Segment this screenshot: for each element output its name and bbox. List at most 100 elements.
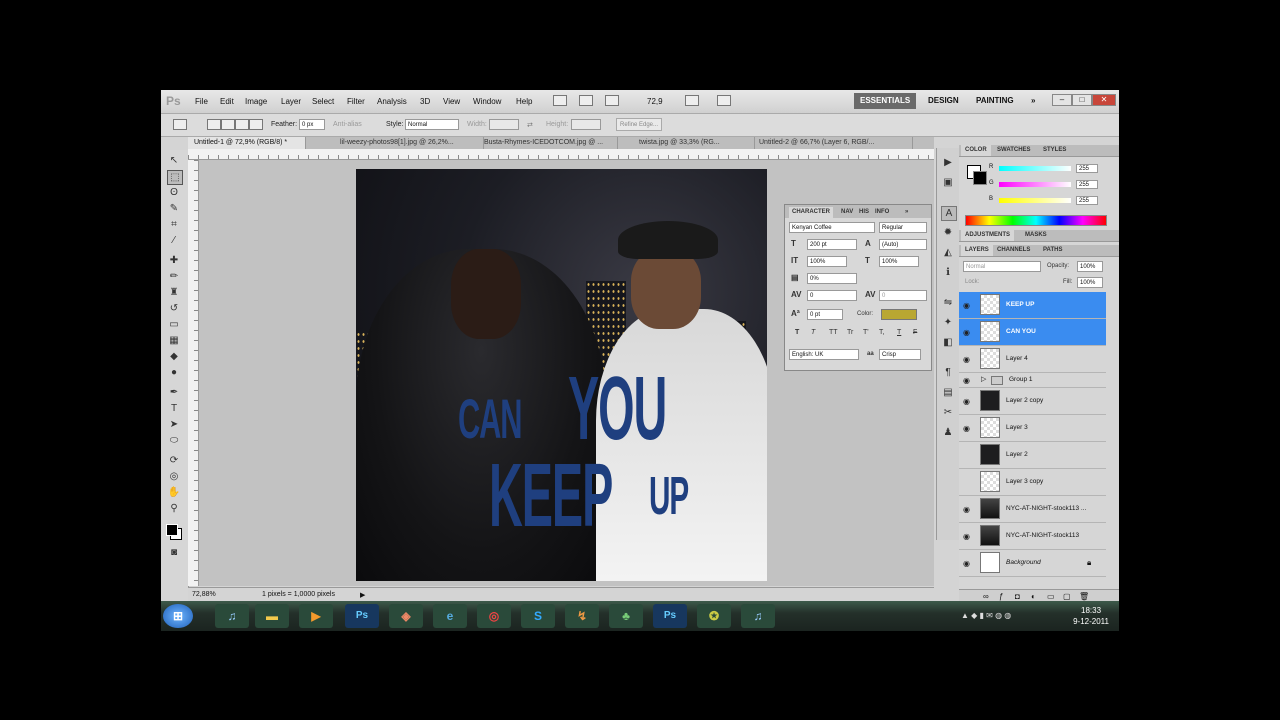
brush-presets-icon[interactable]: ⇋	[941, 296, 955, 309]
kerning-input[interactable]: 0	[807, 290, 857, 301]
menu-help[interactable]: Help	[516, 97, 532, 106]
anti-alias-select[interactable]: Crisp	[879, 349, 921, 360]
tab-untitled-2[interactable]: Untitled-2 @ 66,7% (Layer 6, RGB/...	[753, 137, 913, 149]
font-size-input[interactable]: 200 pt	[807, 239, 857, 250]
tab-twista[interactable]: twista.jpg @ 33,3% (RG...	[633, 137, 755, 149]
bridge-icon[interactable]	[553, 95, 567, 106]
workspace-more[interactable]: »	[1025, 93, 1041, 109]
quick-mask-icon[interactable]: ◙	[167, 546, 181, 559]
layer-row[interactable]: ◉ Background 🔒︎	[959, 550, 1106, 577]
skype-taskbar-icon[interactable]: S	[521, 604, 555, 628]
blend-mode-select[interactable]: Normal	[963, 261, 1041, 272]
layer-row[interactable]: ◉ CAN YOU	[959, 319, 1106, 346]
zoom-tool-icon[interactable]: ⚲	[167, 502, 181, 515]
marquee-tool-preset-icon[interactable]	[173, 119, 187, 130]
status-zoom[interactable]: 72,88%	[192, 591, 216, 598]
workspace-essentials[interactable]: ESSENTIALS	[854, 93, 917, 109]
workspace-painting[interactable]: PAINTING	[970, 93, 1020, 109]
quick-select-tool-icon[interactable]: ✎	[167, 202, 181, 215]
app-taskbar-icon[interactable]: ↯	[565, 604, 599, 628]
menu-select[interactable]: Select	[312, 97, 334, 106]
layer-row[interactable]: ◉ Layer 4	[959, 346, 1106, 373]
subscript-icon[interactable]: T,	[879, 329, 884, 336]
tray-icons[interactable]: ▲ ◆ ▮ ✉ ◍ ◍	[961, 611, 1011, 620]
small-caps-icon[interactable]: Tr	[847, 329, 853, 336]
horizontal-scale-input[interactable]: 100%	[879, 256, 919, 267]
visibility-eye-icon[interactable]: ◉	[963, 424, 970, 433]
minimize-button[interactable]: –	[1052, 94, 1072, 106]
photoshop-taskbar-icon[interactable]: Ps	[345, 604, 379, 628]
g-slider[interactable]	[999, 182, 1071, 187]
view-extras-icon[interactable]	[605, 95, 619, 106]
visibility-eye-icon[interactable]: ◉	[963, 478, 970, 487]
menu-image[interactable]: Image	[245, 97, 267, 106]
menu-window[interactable]: Window	[473, 97, 501, 106]
menu-edit[interactable]: Edit	[220, 97, 234, 106]
baseline-shift-input[interactable]: 0 pt	[807, 309, 843, 320]
add-mask-icon[interactable]: ◘	[1015, 592, 1020, 601]
3d-rotate-tool-icon[interactable]: ⟳	[167, 454, 181, 467]
status-arrow-icon[interactable]: ▶	[360, 591, 365, 599]
brushes-icon[interactable]: ◧	[941, 336, 955, 349]
panel-collapse-icon[interactable]: »	[905, 207, 908, 218]
crop-tool-icon[interactable]: ⌗	[167, 218, 181, 231]
tab-character[interactable]: CHARACTER	[789, 207, 833, 218]
g-input[interactable]: 255	[1076, 180, 1098, 189]
layer-row[interactable]: ◉ NYC-AT-NIGHT-stock113 ...	[959, 496, 1106, 523]
visibility-eye-icon[interactable]: ◉	[963, 397, 970, 406]
fx-icon[interactable]: ƒ	[999, 592, 1003, 601]
height-input[interactable]	[571, 119, 601, 130]
chrome-taskbar-icon[interactable]: ◎	[477, 604, 511, 628]
workspace-design[interactable]: DESIGN	[922, 93, 965, 109]
vertical-scale-input[interactable]: 100%	[807, 256, 847, 267]
maximize-button[interactable]: □	[1072, 94, 1092, 106]
blur-tool-icon[interactable]: ◆	[167, 350, 181, 363]
font-style-select[interactable]: Regular	[879, 222, 927, 233]
marquee-tool-icon[interactable]: ⬚	[167, 170, 183, 185]
tab-channels[interactable]: CHANNELS	[993, 245, 1034, 256]
tab-masks[interactable]: MASKS	[1021, 230, 1051, 241]
hand-tool-icon[interactable]: ✋	[167, 486, 181, 499]
add-selection-icon[interactable]	[221, 119, 235, 130]
strikethrough-icon[interactable]: F	[913, 329, 917, 336]
start-button[interactable]: ⊞	[163, 604, 193, 628]
layer-row[interactable]: ◉ Layer 3 copy	[959, 469, 1106, 496]
layer-row[interactable]: ◉ Layer 3	[959, 415, 1106, 442]
visibility-eye-icon[interactable]: ◉	[963, 532, 970, 541]
tab-info[interactable]: INFO	[875, 207, 889, 218]
visibility-eye-icon[interactable]: ◉	[963, 376, 970, 385]
tab-navigator[interactable]: NAV	[841, 207, 853, 218]
fill-input[interactable]: 100%	[1077, 277, 1103, 288]
menu-filter[interactable]: Filter	[347, 97, 365, 106]
tab-untitled-1[interactable]: Untitled-1 @ 72,9% (RGB/8) *	[188, 137, 306, 149]
anti-alias-checkbox[interactable]: Anti-alias	[333, 121, 362, 128]
paragraph-icon[interactable]: ¶	[941, 366, 955, 379]
menu-layer[interactable]: Layer	[281, 97, 301, 106]
close-button[interactable]: ✕	[1092, 94, 1116, 106]
font-family-select[interactable]: Kenyan Coffee	[789, 222, 875, 233]
tab-lil-weezy[interactable]: lil-weezy-photos98[1].jpg @ 26,2%...	[334, 137, 484, 149]
swap-icon[interactable]: ⇄	[527, 121, 533, 129]
new-layer-icon[interactable]: ▢	[1063, 592, 1071, 601]
character-panel-icon[interactable]: A	[941, 206, 957, 221]
layer-row[interactable]: ◉ Layer 2	[959, 442, 1106, 469]
eyedropper-tool-icon[interactable]: ⁄	[167, 234, 181, 247]
zoom-level[interactable]: 72,9	[647, 97, 663, 106]
history-brush-tool-icon[interactable]: ↺	[167, 302, 181, 315]
menu-3d[interactable]: 3D	[420, 97, 430, 106]
layer-row[interactable]: ◉ KEEP UP	[959, 292, 1106, 319]
new-group-icon[interactable]: ▭	[1047, 592, 1055, 601]
arrange-documents-icon[interactable]	[685, 95, 699, 106]
itunes-taskbar-icon[interactable]: ♫	[741, 604, 775, 628]
refine-edge-button[interactable]: Refine Edge...	[616, 118, 663, 131]
menu-file[interactable]: File	[195, 97, 208, 106]
width-input[interactable]	[489, 119, 519, 130]
clone-stamp-tool-icon[interactable]: ♜	[167, 286, 181, 299]
underline-icon[interactable]: T	[897, 329, 901, 336]
pen-tool-icon[interactable]: ✒	[167, 386, 181, 399]
taskbar-clock[interactable]: 18:33 9-12-2011	[1073, 605, 1109, 627]
visibility-eye-icon[interactable]: ◉	[963, 559, 970, 568]
mini-bridge-icon[interactable]	[579, 95, 593, 106]
menu-view[interactable]: View	[443, 97, 460, 106]
media-player-taskbar-icon[interactable]: ▶	[299, 604, 333, 628]
